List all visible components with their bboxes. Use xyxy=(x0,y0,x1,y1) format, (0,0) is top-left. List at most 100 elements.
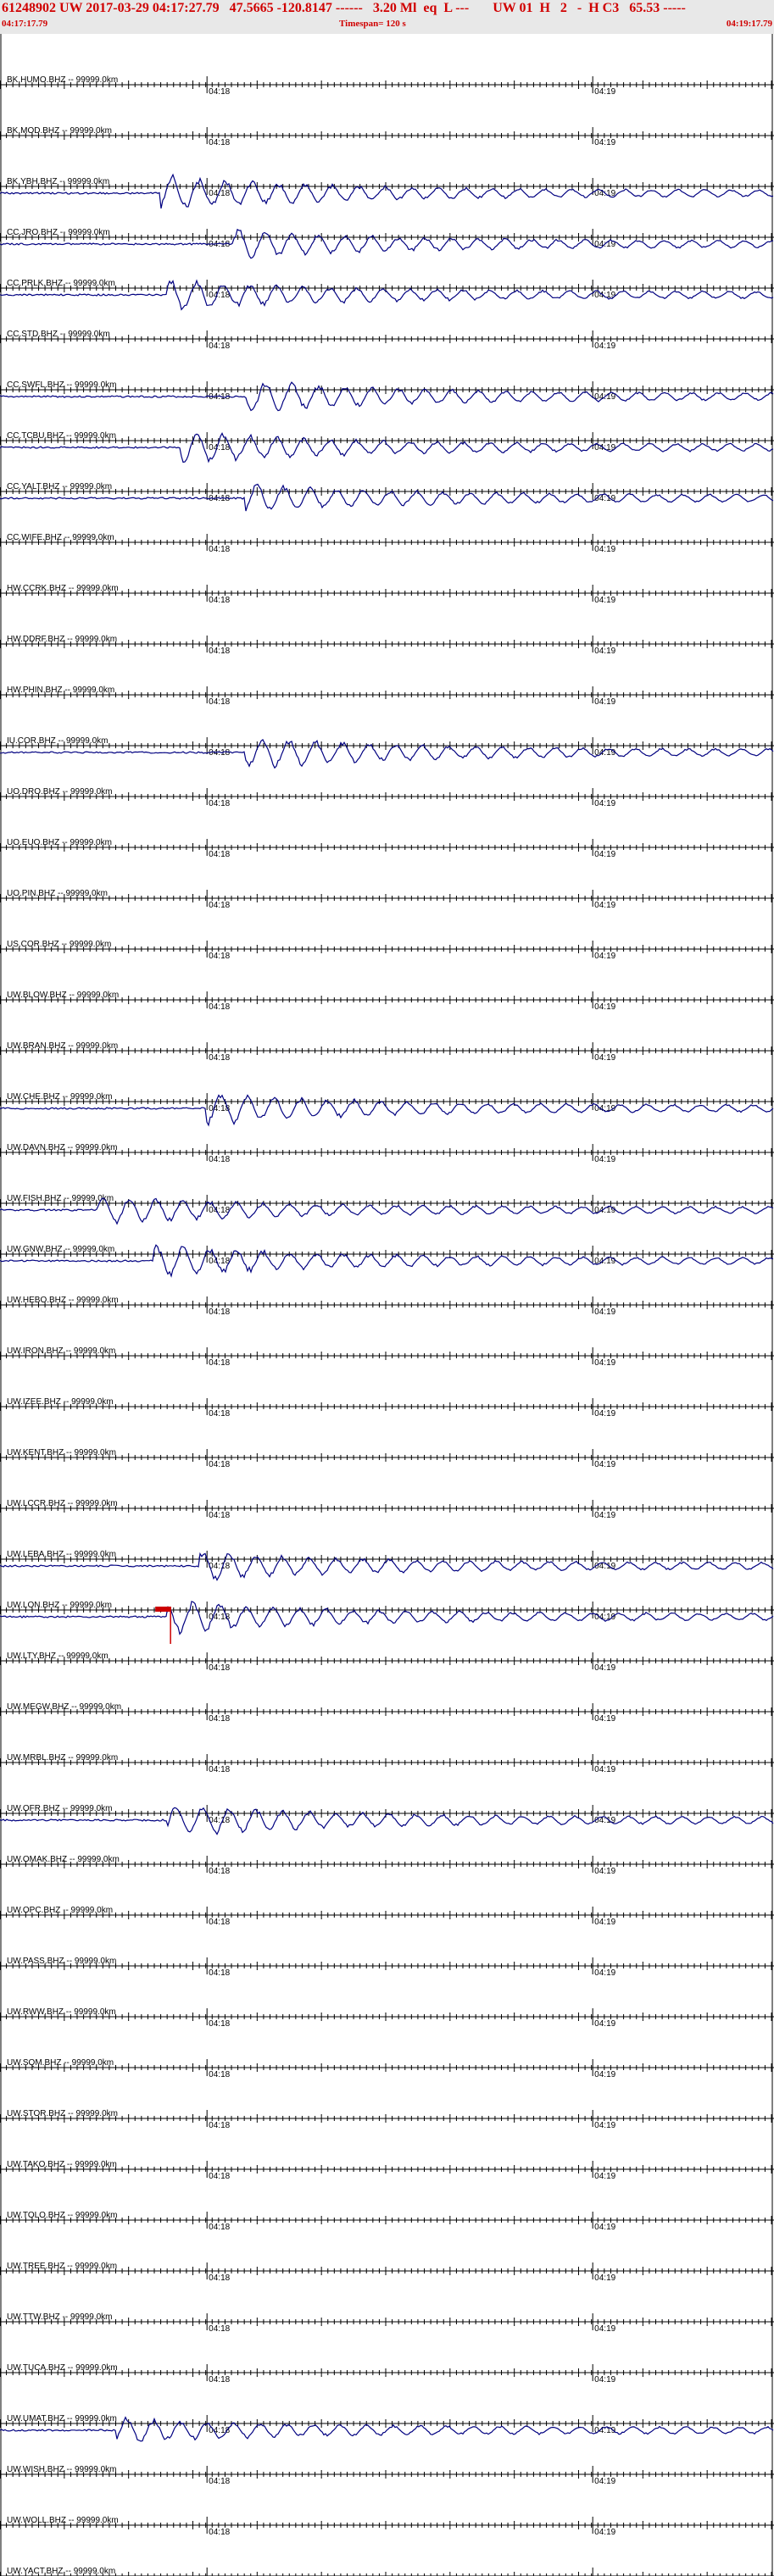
minute-label: 04:18 xyxy=(209,392,230,402)
minute-label: 04:19 xyxy=(594,1765,615,1774)
channel-label: UW.HEBO.BHZ -- 99999.0km xyxy=(7,1296,119,1305)
channel-label: UW.LON.BHZ -- 99999.0km xyxy=(7,1601,112,1610)
waveform-trace xyxy=(0,483,774,512)
minute-label: 04:19 xyxy=(594,1867,615,1876)
channel-label: UW.MRBL.BHZ -- 99999.0km xyxy=(7,1753,118,1763)
channel-label: CC.JRO.BHZ -- 99999.0km xyxy=(7,228,110,237)
minute-label: 04:18 xyxy=(209,1511,230,1520)
channel-label: CC.YALT.BHZ -- 99999.0km xyxy=(7,482,112,491)
minute-label: 04:19 xyxy=(594,341,615,351)
minute-label: 04:19 xyxy=(594,1358,615,1368)
minute-label: 04:18 xyxy=(209,2019,230,2029)
minute-label: 04:18 xyxy=(209,748,230,758)
minute-label: 04:18 xyxy=(209,901,230,910)
channel-label: UW.PASS.BHZ -- 99999.0km xyxy=(7,1957,116,1966)
minute-label: 04:19 xyxy=(594,1206,615,1215)
channel-label: UW.LTY.BHZ -- 99999.0km xyxy=(7,1652,109,1661)
minute-label: 04:18 xyxy=(209,138,230,147)
channel-label: CC.PRLK.BHZ -- 99999.0km xyxy=(7,279,115,288)
minute-label: 04:19 xyxy=(594,850,615,859)
minute-label: 04:19 xyxy=(594,1053,615,1063)
minute-label: 04:18 xyxy=(209,850,230,859)
minute-label: 04:18 xyxy=(209,240,230,249)
channel-label: UW.OFR.BHZ -- 99999.0km xyxy=(7,1804,112,1813)
channel-label: UW.GNW.BHZ -- 99999.0km xyxy=(7,1245,114,1254)
minute-label: 04:19 xyxy=(594,545,615,554)
channel-label: HW.DDRF.BHZ -- 99999.0km xyxy=(7,635,117,644)
minute-label: 04:19 xyxy=(594,1307,615,1317)
channel-label: US.COR.BHZ -- 99999.0km xyxy=(7,940,111,949)
channel-label: CC.WIFE.BHZ -- 99999.0km xyxy=(7,533,114,542)
minute-label: 04:19 xyxy=(594,494,615,503)
channel-label: UO.PIN.BHZ -- 99999.0km xyxy=(7,889,108,898)
waveform-trace xyxy=(0,228,774,259)
channel-label: UW.IZEE.BHZ -- 99999.0km xyxy=(7,1397,114,1407)
channel-label: UW.KENT.BHZ -- 99999.0km xyxy=(7,1448,116,1457)
channel-label: BK.MOD.BHZ -- 99999.0km xyxy=(7,126,112,136)
channel-label: UW.OPC.BHZ -- 99999.0km xyxy=(7,1906,113,1915)
minute-label: 04:18 xyxy=(209,545,230,554)
minute-label: 04:18 xyxy=(209,1867,230,1876)
channel-label: CC.STD.BHZ -- 99999.0km xyxy=(7,330,110,339)
minute-label: 04:19 xyxy=(594,1460,615,1469)
minute-label: 04:19 xyxy=(594,697,615,707)
channel-label: IU.COR.BHZ -- 99999.0km xyxy=(7,736,108,746)
channel-label: UO.EUO.BHZ -- 99999.0km xyxy=(7,838,112,847)
minute-label: 04:18 xyxy=(209,1053,230,1063)
minute-label: 04:18 xyxy=(209,1155,230,1164)
channel-label: UW.IRON.BHZ -- 99999.0km xyxy=(7,1346,115,1356)
channel-label: UW.CHE.BHZ -- 99999.0km xyxy=(7,1092,112,1102)
channel-label: UO.DRO.BHZ -- 99999.0km xyxy=(7,787,112,797)
minute-label: 04:18 xyxy=(209,443,230,452)
minute-label: 04:18 xyxy=(209,1714,230,1724)
channel-label: UW.BLOW.BHZ -- 99999.0km xyxy=(7,991,119,1000)
minute-label: 04:18 xyxy=(209,1663,230,1673)
minute-label: 04:18 xyxy=(209,596,230,605)
minute-label: 04:19 xyxy=(594,1155,615,1164)
minute-label: 04:19 xyxy=(594,87,615,97)
minute-label: 04:18 xyxy=(209,952,230,961)
minute-label: 04:19 xyxy=(594,1663,615,1673)
channel-label: UW.BRAN.BHZ -- 99999.0km xyxy=(7,1041,118,1051)
waveform-trace xyxy=(0,279,774,311)
channel-label: UW.OMAK.BHZ -- 99999.0km xyxy=(7,1855,120,1864)
channel-label: UW.RWW.BHZ -- 99999.0km xyxy=(7,2007,116,2017)
waveform-trace xyxy=(0,1244,774,1278)
minute-label: 04:19 xyxy=(594,1918,615,1927)
start-time: 04:17:17.79 xyxy=(2,19,48,29)
minute-label: 04:19 xyxy=(594,901,615,910)
minute-label: 04:18 xyxy=(209,87,230,97)
channel-label: HW.PHIN.BHZ -- 99999.0km xyxy=(7,686,114,695)
channel-label: UW.LEBA.BHZ -- 99999.0km xyxy=(7,1550,116,1559)
minute-label: 04:18 xyxy=(209,1562,230,1571)
channel-label: BK.HUMO.BHZ -- 99999.0km xyxy=(7,75,118,85)
minute-label: 04:18 xyxy=(209,291,230,300)
minute-label: 04:19 xyxy=(594,1002,615,1012)
minute-label: 04:19 xyxy=(594,647,615,656)
minute-label: 04:18 xyxy=(209,1206,230,1215)
channel-label: HW.CCRK.BHZ -- 99999.0km xyxy=(7,584,119,593)
minute-label: 04:18 xyxy=(209,1816,230,1825)
minute-label: 04:18 xyxy=(209,341,230,351)
minute-label: 04:19 xyxy=(594,596,615,605)
channel-label: CC.TCBU.BHZ -- 99999.0km xyxy=(7,431,116,441)
channel-label: UW.LCCR.BHZ -- 99999.0km xyxy=(7,1499,118,1508)
waveform-trace xyxy=(0,173,774,209)
minute-label: 04:19 xyxy=(594,1409,615,1418)
minute-label: 04:18 xyxy=(209,1460,230,1469)
minute-label: 04:18 xyxy=(209,647,230,656)
channel-label: UW.MEGW.BHZ -- 99999.0km xyxy=(7,1702,121,1712)
minute-label: 04:18 xyxy=(209,799,230,808)
channel-label: CC.SWFL.BHZ -- 99999.0km xyxy=(7,380,116,390)
minute-label: 04:19 xyxy=(594,1968,615,1978)
end-time: 04:19:17.79 xyxy=(726,19,772,29)
minute-label: 04:18 xyxy=(209,1358,230,1368)
waveform-trace xyxy=(0,1601,774,1635)
record-header: 61248902 UW 2017-03-29 04:17:27.79 47.56… xyxy=(0,0,774,34)
channel-label: UW.FISH.BHZ -- 99999.0km xyxy=(7,1194,114,1203)
minute-label: 04:19 xyxy=(594,952,615,961)
event-summary: 61248902 UW 2017-03-29 04:17:27.79 47.56… xyxy=(2,1,686,15)
minute-label: 04:18 xyxy=(209,1918,230,1927)
minute-label: 04:19 xyxy=(594,1511,615,1520)
minute-label: 04:18 xyxy=(209,1002,230,1012)
